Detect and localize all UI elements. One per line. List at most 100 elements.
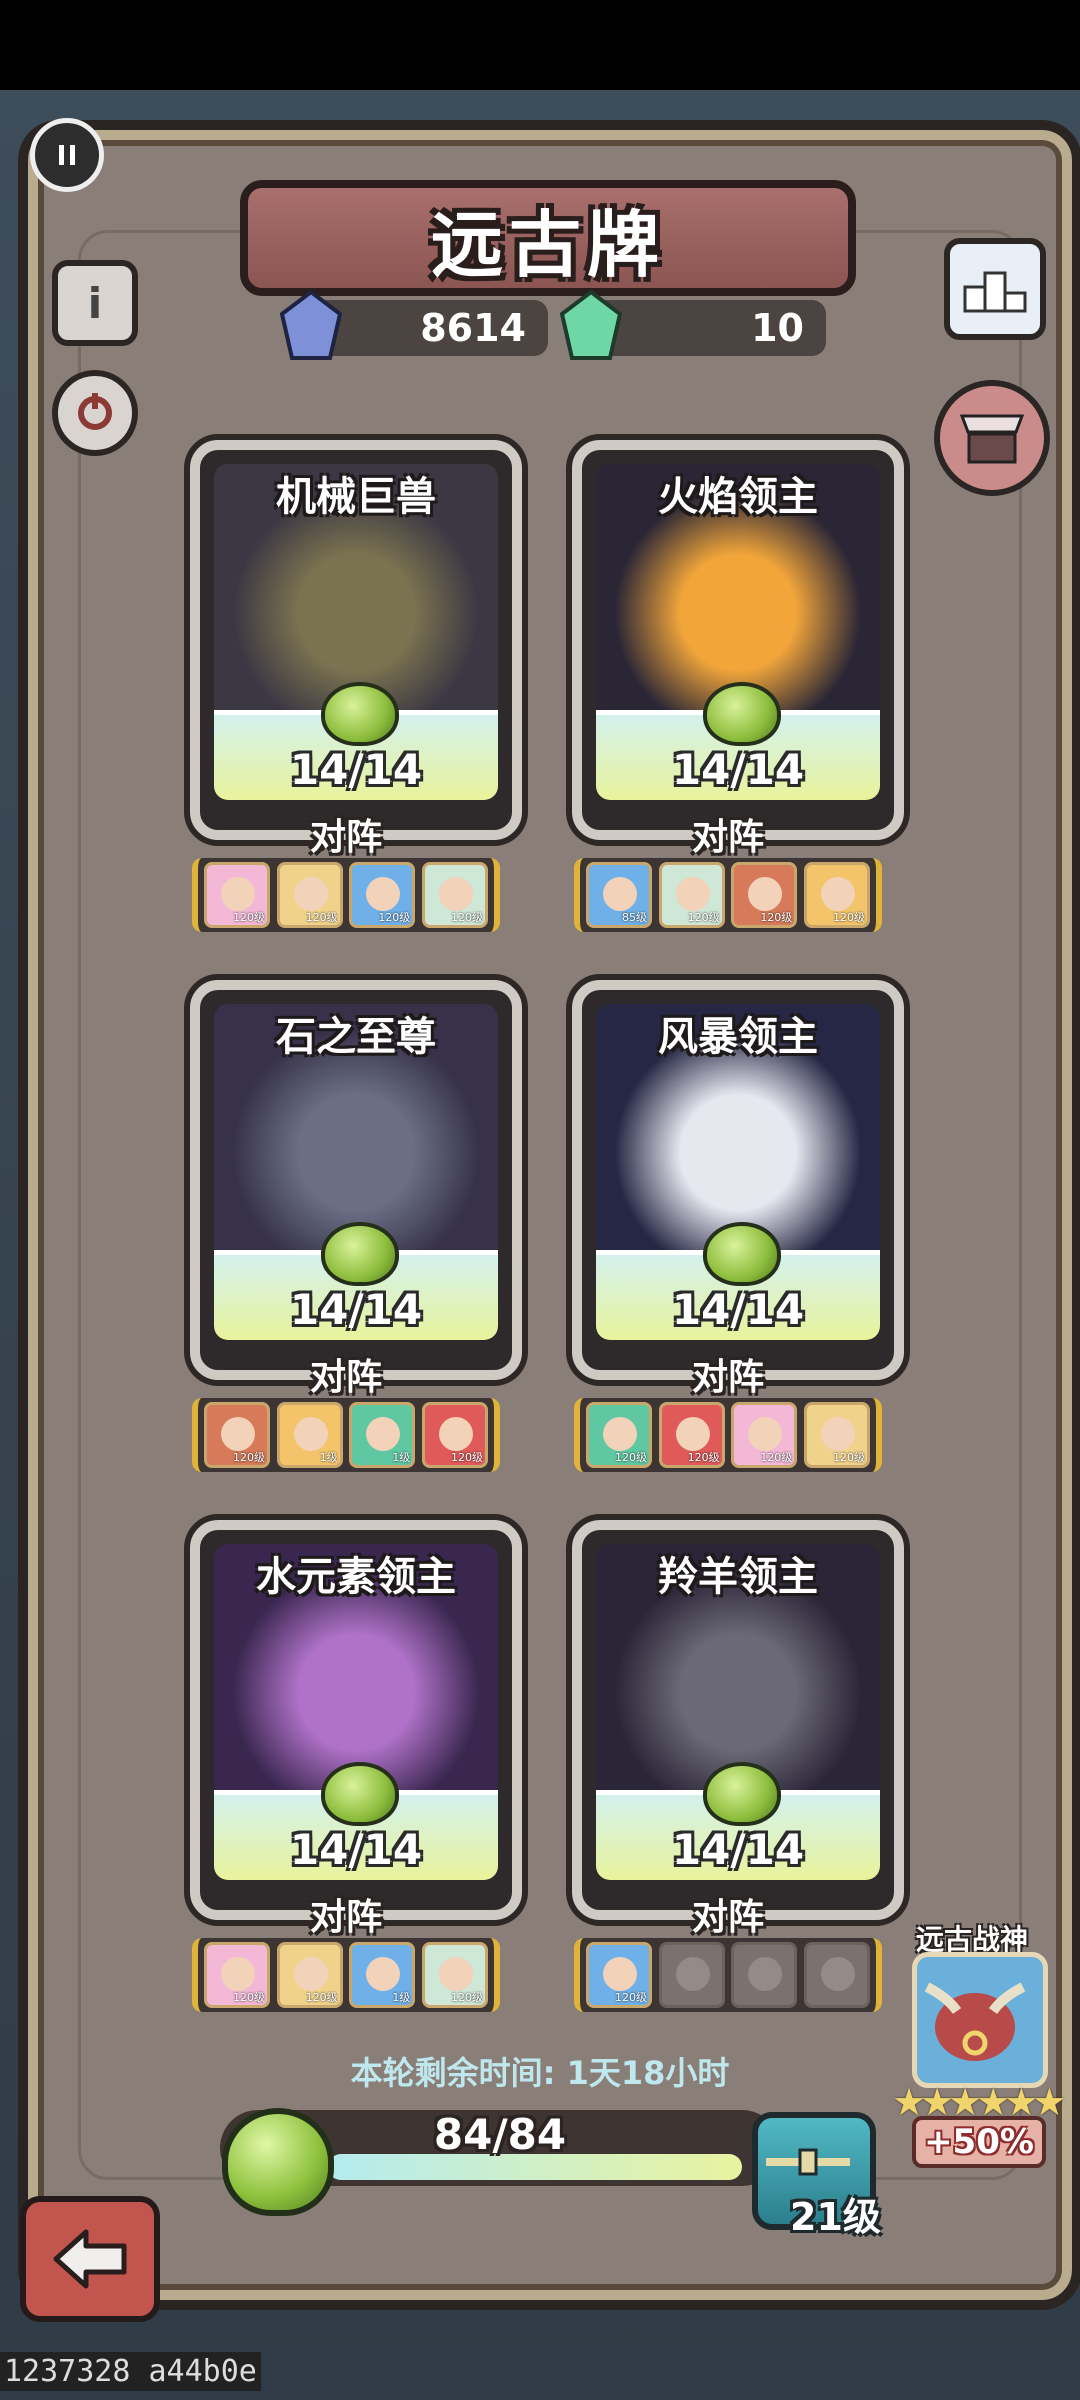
- podium-icon: [963, 271, 1027, 313]
- hero-slot[interactable]: 120级: [276, 862, 343, 928]
- team-label: 对阵: [568, 808, 888, 869]
- hero-avatar: [221, 1957, 255, 1991]
- boss-name: 水元素领主: [256, 1554, 456, 1600]
- hero-level: 120级: [615, 1451, 647, 1464]
- lineup-row[interactable]: 120级: [574, 1938, 882, 2012]
- back-arrow-icon: [53, 2229, 127, 2289]
- hero-slot[interactable]: 120级: [803, 1402, 870, 1468]
- bean-icon: [321, 1762, 399, 1826]
- lineup-row[interactable]: 120级 120级 1级 120级: [192, 1938, 500, 2012]
- boss-name: 火焰领主: [658, 474, 818, 520]
- chest-level: 21级: [790, 2195, 881, 2239]
- hero-avatar: [603, 1957, 637, 1991]
- ranking-button[interactable]: [944, 238, 1046, 340]
- green-gem-icon: [560, 290, 622, 360]
- bean-icon: [321, 1222, 399, 1286]
- team-label: 对阵: [186, 808, 506, 869]
- hero-level: 120级: [450, 1991, 483, 2004]
- boss-card[interactable]: 风暴领主 14/14: [572, 980, 904, 1380]
- empty-hero-slot[interactable]: [731, 1942, 798, 2008]
- hero-level: 120级: [832, 911, 865, 924]
- boss-card[interactable]: 机械巨兽 14/14: [190, 440, 522, 840]
- hero-slot[interactable]: 1级: [349, 1942, 416, 2008]
- hero-avatar: [221, 1417, 255, 1451]
- hero-slot[interactable]: 120级: [658, 1402, 725, 1468]
- hero-slot[interactable]: 85级: [586, 862, 652, 928]
- page-title: 远古牌: [240, 180, 856, 296]
- bull-deity-icon: [924, 1982, 1026, 2061]
- hero-avatar: [438, 1417, 473, 1451]
- hero-slot[interactable]: 120级: [421, 1402, 488, 1468]
- hero-slot[interactable]: 120级: [731, 862, 798, 928]
- hero-slot[interactable]: 120级: [658, 862, 725, 928]
- hero-avatar: [748, 877, 783, 911]
- info-icon: i: [87, 278, 103, 328]
- hero-level: 120级: [233, 1451, 265, 1464]
- hero-slot[interactable]: 120级: [349, 862, 416, 928]
- empty-hero-slot[interactable]: [658, 1942, 725, 2008]
- hero-slot[interactable]: 120级: [204, 1942, 270, 2008]
- build-id: 1237328 a44b0e: [0, 2352, 261, 2391]
- hero-slot[interactable]: 120级: [803, 862, 870, 928]
- hero-slot[interactable]: 1级: [276, 1402, 343, 1468]
- empty-hero-slot[interactable]: [803, 1942, 870, 2008]
- shop-button[interactable]: [934, 380, 1050, 496]
- hero-slot[interactable]: 120级: [731, 1402, 798, 1468]
- hero-level: 120级: [687, 1451, 720, 1464]
- deity-bonus: +50%: [912, 2116, 1046, 2168]
- round-timer: 本轮剩余时间: 1天18小时: [350, 2054, 730, 2092]
- hero-level: 1级: [319, 1451, 338, 1464]
- pause-button[interactable]: [30, 118, 104, 192]
- hero-slot[interactable]: 120级: [204, 862, 270, 928]
- hero-slot[interactable]: 120级: [421, 862, 488, 928]
- info-button[interactable]: i: [52, 260, 138, 346]
- team-label: 对阵: [186, 1348, 506, 1409]
- hero-avatar: [603, 1417, 637, 1451]
- deity-portrait[interactable]: [912, 1952, 1048, 2088]
- boss-card[interactable]: 石之至尊 14/14: [190, 980, 522, 1380]
- green-gem-amount: 10: [751, 306, 804, 350]
- bean-icon: [222, 2108, 334, 2216]
- hero-level: 1级: [392, 1451, 411, 1464]
- bean-icon: [703, 682, 781, 746]
- team-label: 对阵: [186, 1888, 506, 1949]
- team-label: 对阵: [568, 1348, 888, 1409]
- lineup-row[interactable]: 120级 120级 120级 120级: [574, 1398, 882, 1472]
- hero-level: 120级: [615, 1991, 647, 2004]
- hero-level: 85级: [622, 911, 647, 924]
- hero-avatar: [675, 1417, 710, 1451]
- hero-slot[interactable]: 120级: [586, 1942, 652, 2008]
- hero-level: 120级: [305, 911, 338, 924]
- bean-icon: [703, 1762, 781, 1826]
- lineup-row[interactable]: 120级 1级 1级 120级: [192, 1398, 500, 1472]
- hero-avatar: [438, 877, 473, 911]
- hero-level: 120级: [450, 1451, 483, 1464]
- boss-card[interactable]: 火焰领主 14/14: [572, 440, 904, 840]
- hero-level: 120级: [832, 1451, 865, 1464]
- blue-gem-icon: [280, 290, 342, 360]
- boss-name: 机械巨兽: [276, 474, 436, 520]
- hero-slot[interactable]: 120级: [276, 1942, 343, 2008]
- empty-avatar-icon: [748, 1957, 783, 1991]
- blue-gem-amount: 8614: [420, 306, 526, 350]
- blue-gem-counter: 8614: [306, 300, 548, 356]
- hero-level: 120级: [233, 911, 265, 924]
- hero-avatar: [603, 877, 637, 911]
- hero-level: 120级: [450, 911, 483, 924]
- hero-slot[interactable]: 120级: [421, 1942, 488, 2008]
- hero-slot[interactable]: 120级: [586, 1402, 652, 1468]
- hero-slot[interactable]: 120级: [204, 1402, 270, 1468]
- boss-card[interactable]: 羚羊领主 14/14: [572, 1520, 904, 1920]
- hero-level: 120级: [305, 1991, 338, 2004]
- lineup-row[interactable]: 120级 120级 120级 120级: [192, 858, 500, 932]
- hero-avatar: [293, 877, 328, 911]
- boss-card[interactable]: 水元素领主 14/14: [190, 1520, 522, 1920]
- boss-name: 羚羊领主: [658, 1554, 818, 1600]
- back-button[interactable]: [20, 2196, 160, 2322]
- hero-level: 120级: [760, 1451, 793, 1464]
- hero-slot[interactable]: 1级: [349, 1402, 416, 1468]
- refresh-button[interactable]: [52, 370, 138, 456]
- hero-avatar: [438, 1957, 473, 1991]
- lineup-row[interactable]: 85级 120级 120级 120级: [574, 858, 882, 932]
- hero-avatar: [293, 1957, 328, 1991]
